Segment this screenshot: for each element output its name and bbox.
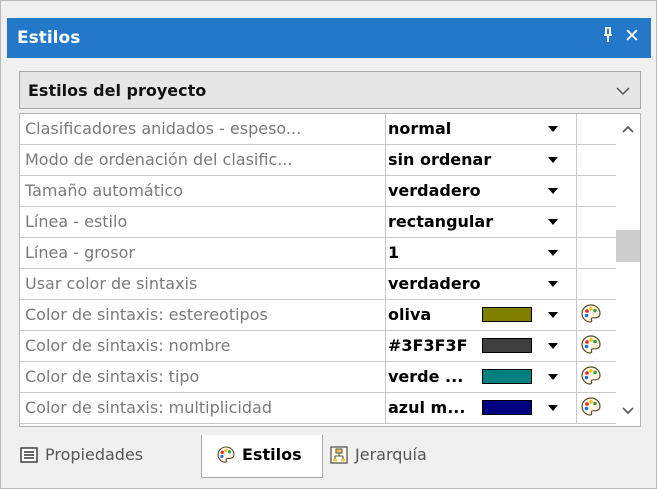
dropdown-arrow-icon[interactable] (542, 119, 564, 137)
tab-propiedades[interactable]: Propiedades (11, 435, 197, 477)
dropdown-arrow-icon[interactable] (542, 243, 564, 261)
property-row[interactable]: Color de sintaxis: estereotipos oliva (20, 300, 616, 331)
property-row[interactable]: Línea - estilo rectangular (20, 207, 616, 238)
column-divider (576, 331, 577, 361)
pin-icon[interactable] (602, 27, 614, 47)
property-name: Modo de ordenación del clasific... (20, 145, 386, 175)
dropdown-arrow-icon[interactable] (542, 274, 564, 292)
style-properties-grid: Clasificadores anidados - espeso... norma… (19, 113, 641, 427)
property-value[interactable]: azul m... (388, 393, 465, 423)
property-row[interactable]: Tamaño automático verdadero (20, 176, 616, 207)
column-divider (576, 238, 577, 268)
property-value[interactable]: verdadero (388, 269, 481, 299)
color-swatch (482, 338, 532, 353)
column-divider (576, 114, 577, 144)
property-name: Línea - estilo (20, 207, 386, 237)
scroll-down-icon[interactable] (621, 406, 635, 416)
property-row[interactable]: Color de sintaxis: nombre #3F3F3F (20, 331, 616, 362)
column-divider (576, 362, 577, 392)
dropdown-arrow-icon[interactable] (542, 367, 564, 385)
scrollbar-thumb[interactable] (616, 230, 640, 262)
palette-icon[interactable] (580, 365, 602, 387)
close-icon[interactable]: ✕ (624, 25, 640, 47)
property-row[interactable]: Usar color de sintaxis verdadero (20, 269, 616, 300)
property-value[interactable]: oliva (388, 300, 431, 330)
color-swatch (482, 369, 532, 384)
dropdown-arrow-icon[interactable] (542, 336, 564, 354)
styles-scope-selected: Estilos del proyecto (28, 81, 207, 100)
vertical-scrollbar[interactable] (616, 114, 640, 426)
styles-scope-dropdown[interactable]: Estilos del proyecto (19, 71, 641, 109)
palette-icon[interactable] (580, 303, 602, 325)
dropdown-arrow-icon[interactable] (542, 398, 564, 416)
dropdown-arrow-icon[interactable] (542, 181, 564, 199)
property-name: Línea - grosor (20, 238, 386, 268)
property-name: Color de sintaxis: estereotipos (20, 300, 386, 330)
window-title: Estilos (17, 28, 81, 48)
property-value[interactable]: #3F3F3F (388, 331, 468, 361)
bottom-tab-bar: Propiedades Estilos Jerarquía (7, 435, 651, 482)
hierarchy-icon (330, 446, 348, 464)
dropdown-arrow-icon[interactable] (542, 212, 564, 230)
palette-icon (217, 446, 235, 463)
dropdown-arrow-icon[interactable] (542, 305, 564, 323)
column-divider (576, 176, 577, 206)
column-divider (576, 269, 577, 299)
property-row[interactable]: Clasificadores anidados - espeso... norma… (20, 114, 616, 145)
property-value[interactable]: verdadero (388, 176, 481, 206)
window-titlebar: Estilos ✕ (7, 18, 651, 58)
palette-icon[interactable] (580, 396, 602, 418)
tab-label: Jerarquía (355, 445, 427, 464)
property-name: Color de sintaxis: multiplicidad (20, 393, 386, 423)
tab-label: Propiedades (45, 445, 144, 464)
color-swatch (482, 307, 532, 322)
property-value[interactable]: normal (388, 114, 451, 144)
column-divider (576, 300, 577, 330)
property-value[interactable]: sin ordenar (388, 145, 491, 175)
property-name: Clasificadores anidados - espeso... (20, 114, 386, 144)
property-value[interactable]: verde ... (388, 362, 463, 392)
column-divider (576, 207, 577, 237)
property-name: Tamaño automático (20, 176, 386, 206)
palette-icon[interactable] (580, 334, 602, 356)
column-divider (576, 393, 577, 423)
property-value[interactable]: 1 (388, 238, 399, 268)
list-icon (20, 447, 38, 463)
property-row[interactable]: Color de sintaxis: tipo verde ... (20, 362, 616, 393)
property-name: Color de sintaxis: tipo (20, 362, 386, 392)
column-divider (576, 145, 577, 175)
property-name: Usar color de sintaxis (20, 269, 386, 299)
scroll-up-icon[interactable] (621, 124, 635, 134)
dropdown-arrow-icon[interactable] (542, 150, 564, 168)
property-name: Color de sintaxis: nombre (20, 331, 386, 361)
tab-estilos[interactable]: Estilos (201, 435, 323, 478)
tab-label: Estilos (242, 445, 302, 464)
property-row[interactable]: Modo de ordenación del clasific... sin or… (20, 145, 616, 176)
property-value[interactable]: rectangular (388, 207, 493, 237)
property-row[interactable]: Línea - grosor 1 (20, 238, 616, 269)
chevron-down-icon (616, 87, 630, 96)
styles-window: Estilos ✕ Estilos del proyecto Clasifica… (0, 0, 657, 489)
tab-jerarquía[interactable]: Jerarquía (325, 435, 465, 477)
color-swatch (482, 400, 532, 415)
property-row[interactable]: Color de sintaxis: multiplicidad azul m..… (20, 393, 616, 424)
